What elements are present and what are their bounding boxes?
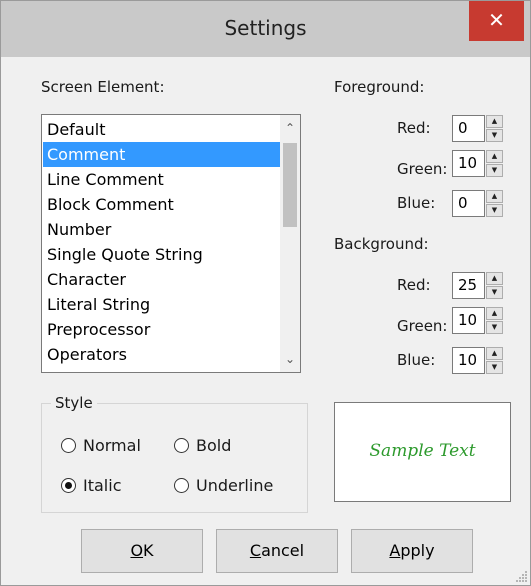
fg-red-spinner[interactable]: 0 ▲ ▼ (452, 115, 504, 142)
fg-green-input[interactable]: 10 (452, 150, 485, 177)
close-button[interactable]: ✕ (469, 1, 524, 41)
list-item[interactable]: Number (43, 217, 280, 242)
bg-blue-spinner[interactable]: 10 ▲ ▼ (452, 347, 504, 374)
radio-selected-dot (65, 482, 72, 489)
sample-preview: Sample Text (334, 402, 511, 502)
ok-label-rest: K (143, 541, 154, 560)
triangle-up-icon[interactable]: ▲ (486, 190, 503, 203)
radio-button-icon[interactable] (61, 438, 76, 453)
list-scrollbar[interactable]: ⌃ ⌄ (280, 115, 300, 372)
ok-button[interactable]: OK (81, 529, 203, 573)
list-item[interactable]: Character (43, 267, 280, 292)
fg-blue-spinner[interactable]: 0 ▲ ▼ (452, 190, 504, 217)
settings-dialog: Settings ✕ Screen Element: Default Comme… (0, 0, 531, 586)
triangle-up-icon[interactable]: ▲ (486, 272, 503, 285)
list-item[interactable]: Preprocessor (43, 317, 280, 342)
triangle-down-icon[interactable]: ▼ (486, 164, 503, 177)
background-label: Background: (334, 235, 429, 253)
resize-grip-icon[interactable] (516, 571, 528, 583)
triangle-down-icon[interactable]: ▼ (486, 361, 503, 374)
triangle-up-icon[interactable]: ▲ (486, 115, 503, 128)
radio-button-icon[interactable] (174, 438, 189, 453)
list-item[interactable]: Block Comment (43, 192, 280, 217)
list-item-selected[interactable]: Comment (43, 142, 280, 167)
bg-blue-label: Blue: (397, 351, 436, 369)
radio-underline-label: Underline (196, 476, 274, 495)
list-item[interactable]: Operators (43, 342, 280, 367)
cancel-label-rest: ancel (261, 541, 305, 560)
apply-label-rest: pply (400, 541, 435, 560)
triangle-up-icon[interactable]: ▲ (486, 307, 503, 320)
fg-blue-input[interactable]: 0 (452, 190, 485, 217)
list-item[interactable]: Line Comment (43, 167, 280, 192)
bg-red-spinner[interactable]: 25 ▲ ▼ (452, 272, 504, 299)
fg-blue-label: Blue: (397, 194, 436, 212)
fg-green-label: Green: (397, 160, 448, 178)
foreground-label: Foreground: (334, 78, 425, 96)
apply-mnemonic: A (389, 541, 401, 560)
screen-element-label: Screen Element: (41, 78, 165, 96)
radio-button-icon[interactable] (61, 478, 76, 493)
triangle-up-icon[interactable]: ▲ (486, 150, 503, 163)
bg-green-input[interactable]: 10 (452, 307, 485, 334)
bg-green-label: Green: (397, 317, 448, 335)
radio-italic-label: Italic (83, 476, 122, 495)
fg-red-label: Red: (397, 119, 431, 137)
screen-element-list[interactable]: Default Comment Line Comment Block Comme… (41, 114, 301, 373)
fg-green-spinner[interactable]: 10 ▲ ▼ (452, 150, 504, 177)
window-title: Settings (224, 16, 307, 40)
bg-red-input[interactable]: 25 (452, 272, 485, 299)
radio-button-icon[interactable] (174, 478, 189, 493)
apply-button[interactable]: Apply (351, 529, 473, 573)
triangle-up-icon[interactable]: ▲ (486, 347, 503, 360)
triangle-down-icon[interactable]: ▼ (486, 204, 503, 217)
list-item[interactable]: Single Quote String (43, 242, 280, 267)
scrollbar-thumb[interactable] (283, 143, 297, 227)
ok-mnemonic: O (130, 541, 144, 560)
bg-green-spinner[interactable]: 10 ▲ ▼ (452, 307, 504, 334)
style-group-label: Style (51, 394, 97, 412)
title-bar[interactable]: Settings ✕ (1, 1, 530, 57)
list-item[interactable]: Literal String (43, 292, 280, 317)
triangle-down-icon[interactable]: ▼ (486, 129, 503, 142)
cancel-mnemonic: C (249, 541, 262, 560)
triangle-down-icon[interactable]: ▼ (486, 321, 503, 334)
cancel-button[interactable]: Cancel (216, 529, 338, 573)
radio-bold-label: Bold (196, 436, 232, 455)
fg-red-input[interactable]: 0 (452, 115, 485, 142)
chevron-down-icon[interactable]: ⌄ (280, 349, 300, 369)
triangle-down-icon[interactable]: ▼ (486, 286, 503, 299)
list-item[interactable]: Default (43, 117, 280, 142)
chevron-up-icon[interactable]: ⌃ (280, 118, 300, 138)
radio-normal-label: Normal (83, 436, 141, 455)
close-icon: ✕ (488, 8, 505, 32)
sample-text: Sample Text (369, 441, 476, 461)
bg-blue-input[interactable]: 10 (452, 347, 485, 374)
bg-red-label: Red: (397, 276, 431, 294)
